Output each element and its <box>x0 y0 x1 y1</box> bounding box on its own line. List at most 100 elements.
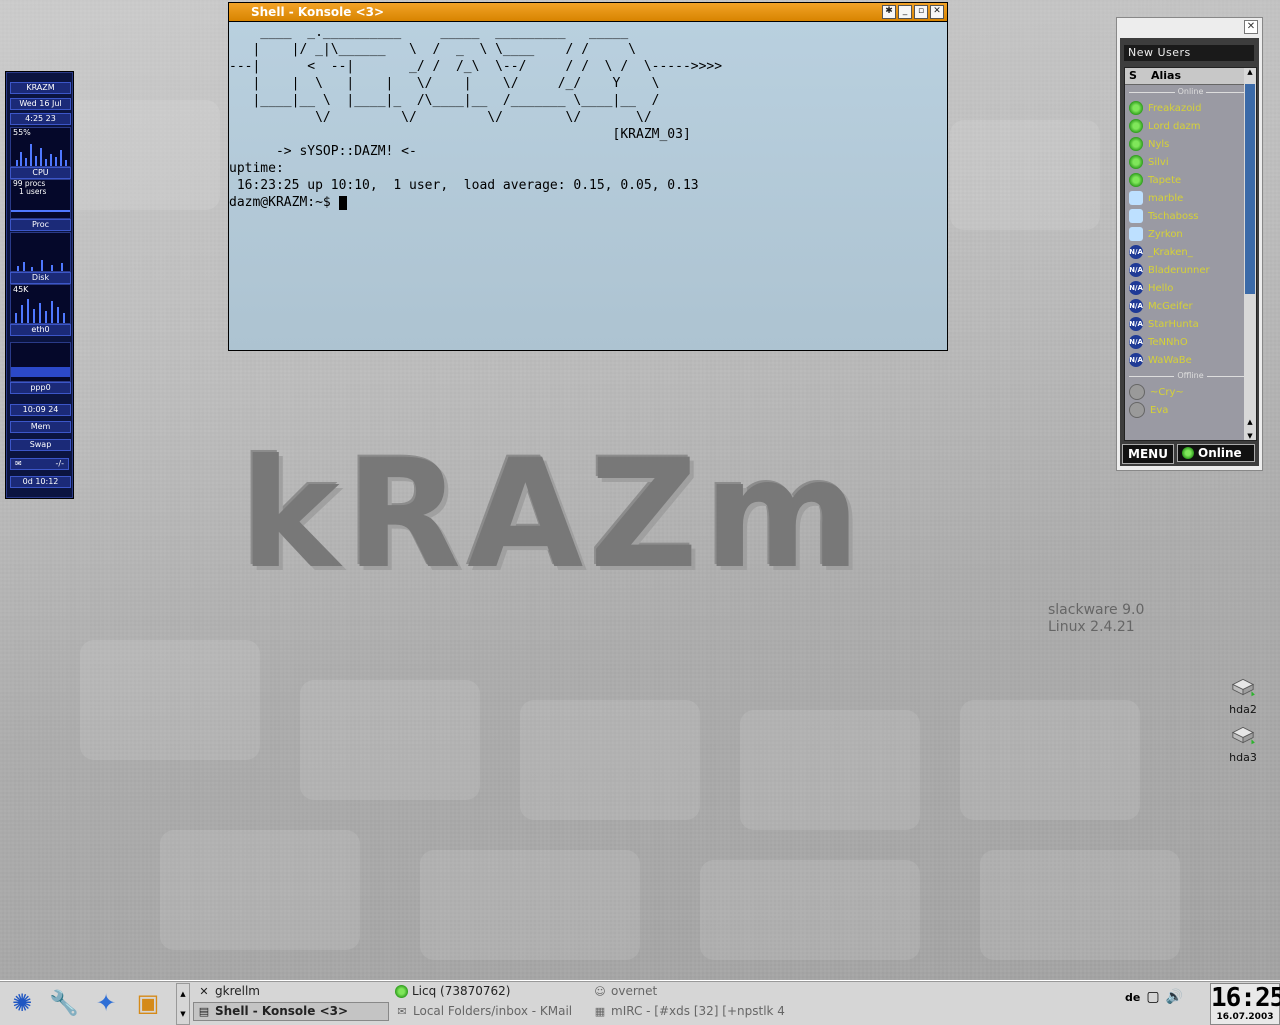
contact-alias: Hello <box>1148 282 1174 294</box>
kmail-icon: ✉ <box>397 1004 407 1018</box>
konsole-title: Shell - Konsole <3> <box>251 5 385 19</box>
os-kernel: Linux 2.4.21 <box>1048 619 1135 635</box>
contact-row[interactable]: Silvi <box>1125 153 1256 171</box>
not-available-icon: N/A <box>1129 299 1143 313</box>
contact-alias: Tapete <box>1148 174 1182 186</box>
close-button[interactable]: ✕ <box>930 5 944 19</box>
contact-row[interactable]: N/A StarHunta <box>1125 315 1256 333</box>
online-flower-icon <box>1129 173 1143 187</box>
gk-mail[interactable]: ✉ -/- <box>10 458 69 470</box>
away-icon <box>1129 227 1143 241</box>
hard-drive-icon <box>1231 678 1255 697</box>
scroll-thumb[interactable] <box>1245 84 1255 294</box>
task-konsole[interactable]: ▤ Shell - Konsole <3> <box>193 1002 389 1021</box>
task-mirc[interactable]: ▦ mIRC - [#xds [32] [+npstlk 4 <box>589 1002 789 1021</box>
control-center-launcher[interactable]: 🔧 <box>46 985 82 1021</box>
online-flower-icon <box>1129 101 1143 115</box>
licq-menu-button[interactable]: MENU <box>1122 444 1174 464</box>
licq-window[interactable]: ✕ New Users S Alias Online Freakazoid Lor… <box>1116 17 1263 471</box>
contact-row[interactable]: N/A Hello <box>1125 279 1256 297</box>
gk-cpu-label: CPU <box>10 167 71 179</box>
globe-icon: ✦ <box>95 989 117 1017</box>
licq-status-button[interactable]: Online <box>1177 444 1255 462</box>
kde-menu-button[interactable]: ✺ <box>4 985 40 1021</box>
contact-row[interactable]: N/A McGeifer <box>1125 297 1256 315</box>
contact-alias: Zyrkon <box>1148 228 1183 240</box>
online-flower-icon <box>1182 447 1194 459</box>
gk-swap-label: Swap <box>10 439 71 451</box>
online-flower-icon <box>1129 119 1143 133</box>
task-label: Local Folders/inbox - KMail <box>413 1004 573 1018</box>
column-status[interactable]: S <box>1125 68 1149 84</box>
kde-gear-icon: ✺ <box>11 989 33 1017</box>
contact-row[interactable]: N/A TeNNhO <box>1125 333 1256 351</box>
desktop-launcher[interactable]: ▣ <box>130 985 166 1021</box>
scroll-up-icon[interactable]: ▲ <box>1244 68 1256 76</box>
shell-prompt: dazm@KRAZM:~$ <box>229 195 339 210</box>
contact-list[interactable]: S Alias Online Freakazoid Lord dazm Nyls Si… <box>1124 67 1257 441</box>
contact-row[interactable]: N/A _Kraken_ <box>1125 243 1256 261</box>
os-info: slackware 9.0 Linux 2.4.21 <box>1048 602 1144 636</box>
keyboard-layout-indicator[interactable]: de <box>1125 991 1140 1004</box>
taskbar-scroll[interactable]: ▲ ▼ <box>176 983 190 1025</box>
licq-close-button[interactable]: ✕ <box>1244 20 1258 34</box>
contact-row[interactable]: Tapete <box>1125 171 1256 189</box>
contact-alias: WaWaBe <box>1148 354 1192 366</box>
contact-row[interactable]: N/A Bladerunner <box>1125 261 1256 279</box>
online-separator: Online <box>1125 85 1256 99</box>
contact-alias: Eva <box>1150 404 1169 416</box>
mail-icon: ✉ <box>15 459 22 468</box>
minimize-button[interactable]: _ <box>898 5 912 19</box>
konqueror-launcher[interactable]: ✦ <box>88 985 124 1021</box>
contact-alias: McGeifer <box>1148 300 1193 312</box>
offline-gear-icon <box>1129 402 1145 418</box>
desktop-icon-hda2[interactable]: hda2 <box>1218 676 1268 716</box>
maximize-button[interactable]: ▫ <box>914 5 928 19</box>
task-kmail[interactable]: ✉ Local Folders/inbox - KMail <box>391 1002 587 1021</box>
gk-ppp-label: ppp0 <box>10 382 71 394</box>
licq-flower-icon <box>395 985 408 998</box>
contact-row[interactable]: Freakazoid <box>1125 99 1256 117</box>
contact-row[interactable]: marble <box>1125 189 1256 207</box>
task-overnet[interactable]: ☺ overnet <box>589 982 789 1001</box>
contact-scrollbar[interactable]: ▲ ▲ ▼ <box>1244 68 1256 440</box>
gkrellm-monitor[interactable]: KRAZM Wed 16 Jul 4:25 23 55% CPU 99 proc… <box>5 71 74 499</box>
clock[interactable]: 16:25 16.07.2003 <box>1210 983 1280 1025</box>
gk-mem-label: Mem <box>10 421 71 433</box>
task-gkrellm[interactable]: ✕ gkrellm <box>193 982 389 1001</box>
pin-icon[interactable]: ✱ <box>882 5 896 19</box>
contact-row[interactable]: Nyls <box>1125 135 1256 153</box>
konsole-window[interactable]: Shell - Konsole <3> ✱ _ ▫ ✕ ____ _._____… <box>228 2 948 351</box>
contact-row[interactable]: Tschaboss <box>1125 207 1256 225</box>
column-alias[interactable]: Alias <box>1149 68 1181 84</box>
volume-icon[interactable]: 🔊 <box>1166 989 1183 1005</box>
terminal-cursor <box>338 195 347 210</box>
uptime-output: 16:23:25 up 10:10, 1 user, load average:… <box>229 178 699 193</box>
desktop-icon-hda3[interactable]: hda3 <box>1218 724 1268 764</box>
contact-row[interactable]: ~Cry~ <box>1125 383 1256 401</box>
not-available-icon: N/A <box>1129 335 1143 349</box>
klipper-icon[interactable]: ▢ <box>1146 989 1159 1005</box>
gk-proc-graph: 99 procs 1 users <box>10 179 71 219</box>
online-flower-icon <box>1129 155 1143 169</box>
scroll-down-icon[interactable]: ▼ <box>1244 432 1256 440</box>
gk-ppp-time: 10:09 24 <box>10 404 71 416</box>
status-label: Online <box>1198 446 1242 460</box>
task-label: Licq (73870762) <box>412 984 511 998</box>
konsole-titlebar[interactable]: Shell - Konsole <3> ✱ _ ▫ ✕ <box>229 3 947 22</box>
task-licq[interactable]: Licq (73870762) <box>391 982 587 1001</box>
gk-ppp-graph <box>10 342 71 382</box>
offline-gear-icon <box>1129 384 1145 400</box>
not-available-icon: N/A <box>1129 281 1143 295</box>
contact-row[interactable]: Eva <box>1125 401 1256 419</box>
contact-row[interactable]: Zyrkon <box>1125 225 1256 243</box>
scroll-up-icon[interactable]: ▲ <box>1244 418 1256 426</box>
task-label: gkrellm <box>215 984 260 998</box>
terminal-area[interactable]: ____ _.__________ _____ _________ _____ … <box>229 22 947 350</box>
not-available-icon: N/A <box>1129 245 1143 259</box>
contact-alias: Silvi <box>1148 156 1169 168</box>
task-label: Shell - Konsole <3> <box>215 1004 349 1018</box>
desktop-icon: ▣ <box>136 989 160 1017</box>
contact-row[interactable]: Lord dazm <box>1125 117 1256 135</box>
contact-row[interactable]: N/A WaWaBe <box>1125 351 1256 369</box>
